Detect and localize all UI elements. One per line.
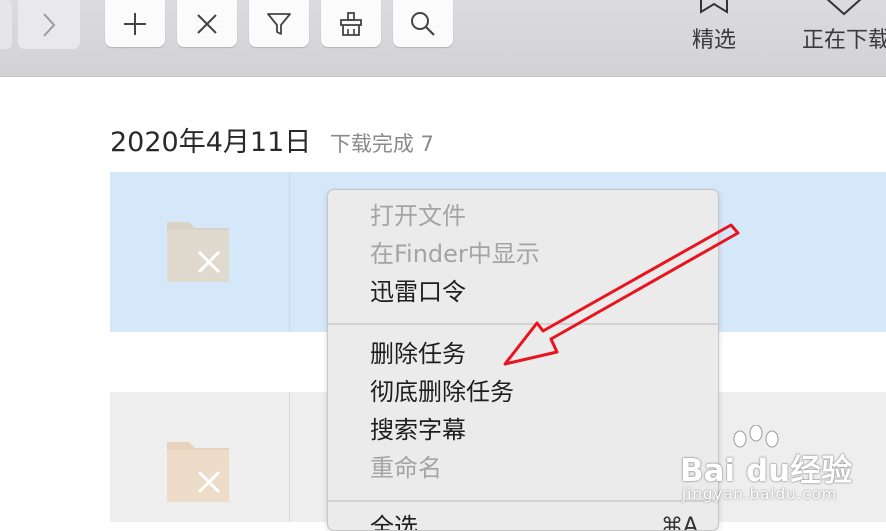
watermark-brand: Bai du经验 — [680, 453, 853, 489]
watermark-url: jingyan.baidu.com — [682, 485, 838, 503]
baidu-jingyan-watermark: Bai du经验 jingyan.baidu.com — [676, 425, 876, 515]
annotation-arrow-shape — [503, 223, 740, 366]
